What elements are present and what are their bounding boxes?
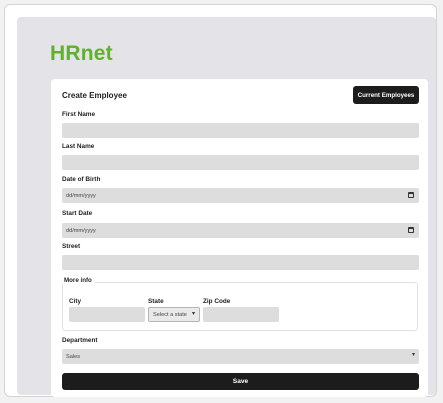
date-of-birth-input[interactable]: dd/mm/yyyy: [62, 188, 419, 203]
street-input[interactable]: [62, 255, 419, 270]
current-employees-button[interactable]: Current Employees: [353, 86, 419, 104]
start-date-placeholder: dd/mm/yyyy: [66, 227, 96, 234]
calendar-icon[interactable]: [408, 227, 414, 233]
city-label: City: [69, 298, 82, 305]
date-of-birth-label: Date of Birth: [62, 176, 101, 183]
date-of-birth-placeholder: dd/mm/yyyy: [66, 192, 96, 199]
start-date-label: Start Date: [62, 210, 93, 217]
state-select[interactable]: Select a state ▾: [148, 307, 200, 322]
state-selected: Select a state: [153, 311, 187, 318]
first-name-input[interactable]: [62, 123, 419, 138]
chevron-down-icon: ▾: [191, 311, 195, 317]
create-employee-form: Create Employee Current Employees First …: [51, 79, 428, 397]
zip-code-label: Zip Code: [203, 298, 231, 305]
last-name-label: Last Name: [62, 143, 95, 150]
save-button[interactable]: Save: [62, 373, 419, 390]
city-input[interactable]: [69, 307, 145, 322]
street-label: Street: [62, 243, 81, 250]
more-info-legend: More info: [61, 277, 95, 284]
department-select[interactable]: Sales ▾: [62, 349, 419, 364]
department-label: Department: [62, 337, 98, 344]
first-name-label: First Name: [62, 111, 96, 118]
window-frame: HRnet Create Employee Current Employees …: [4, 4, 437, 397]
zip-code-input[interactable]: [203, 307, 279, 322]
chevron-down-icon: ▾: [411, 352, 415, 358]
app-logo: HRnet: [50, 42, 113, 65]
state-label: State: [148, 298, 164, 305]
last-name-input[interactable]: [62, 155, 419, 170]
app-background: HRnet Create Employee Current Employees …: [17, 17, 436, 397]
form-title: Create Employee: [62, 91, 127, 100]
start-date-input[interactable]: dd/mm/yyyy: [62, 223, 419, 238]
department-selected: Sales: [66, 353, 80, 360]
calendar-icon[interactable]: [408, 192, 414, 198]
